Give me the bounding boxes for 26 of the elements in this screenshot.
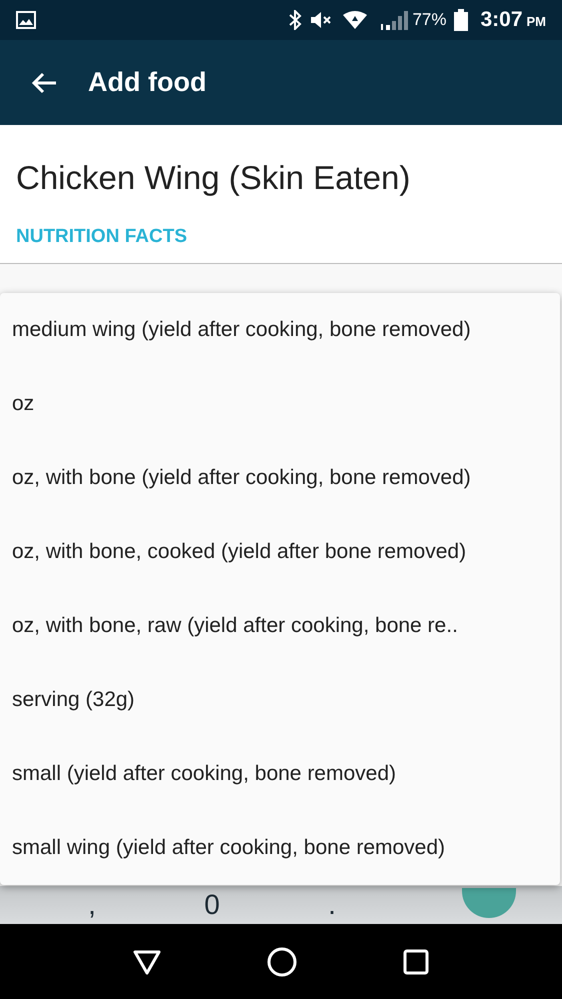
menu-item[interactable]: small wing (yield after cooking, bone removed) xyxy=(0,811,560,885)
image-icon xyxy=(16,11,36,29)
back-triangle-icon[interactable] xyxy=(133,948,161,974)
keyboard-key[interactable]: 0 xyxy=(152,891,272,919)
clock-time: 3:07 xyxy=(480,7,522,34)
menu-item[interactable]: oz, with bone (yield after cooking, bone removed) xyxy=(0,441,560,515)
signal-icon xyxy=(380,10,408,30)
bluetooth-icon xyxy=(288,10,302,30)
menu-item[interactable]: serving (32g) xyxy=(0,663,560,737)
overview-square-icon[interactable] xyxy=(403,948,429,974)
enter-key[interactable] xyxy=(462,888,516,918)
menu-item[interactable]: oz, with bone, raw (yield after cooking, bone re.. xyxy=(0,589,560,663)
keyboard-key[interactable]: . xyxy=(272,891,392,919)
menu-item[interactable]: medium wing (yield after cooking, bone removed) xyxy=(0,293,560,367)
keyboard-key[interactable]: , xyxy=(32,891,152,919)
food-name: Chicken Wing (Skin Eaten) xyxy=(16,158,412,198)
home-circle-icon[interactable] xyxy=(267,946,297,976)
battery-percent: 77% xyxy=(412,9,446,32)
screen-title: Add food xyxy=(88,66,206,100)
battery-icon xyxy=(454,9,468,31)
menu-item[interactable]: small (yield after cooking, bone removed) xyxy=(0,737,560,811)
clock-period: PM xyxy=(526,13,546,32)
back-arrow-icon xyxy=(31,72,57,94)
menu-item[interactable]: oz xyxy=(0,367,560,441)
wifi-icon xyxy=(342,10,368,30)
menu-item[interactable]: oz, with bone, cooked (yield after bone removed) xyxy=(0,515,560,589)
